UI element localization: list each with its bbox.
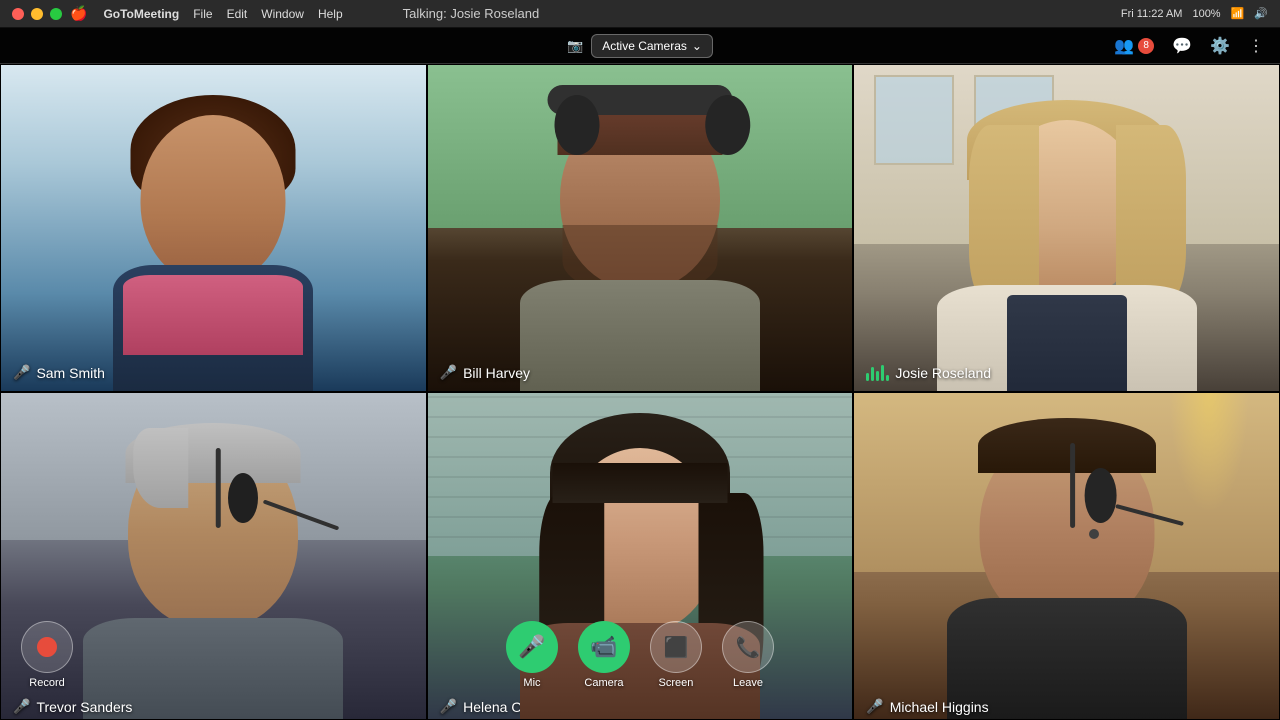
bill-name: Bill Harvey [463,365,530,381]
bill-name-label: 🎤 Bill Harvey [440,364,530,381]
meeting-controls: 🎤 Mic 📹 Camera ⬛ Screen 📞 [506,621,774,689]
more-button[interactable]: ⋮ [1248,36,1264,56]
participants-button[interactable]: 👥 8 [1114,36,1154,56]
app-name[interactable]: GoToMeeting [103,7,179,21]
camera-label: Camera [584,677,623,689]
wifi-icon: 📶 [1231,7,1245,20]
video-cell-sam: 🎤 Sam Smith [0,64,427,392]
sam-mic-icon: 🎤 [13,364,30,381]
michael-name-label: 🎤 Michael Higgins [866,698,988,715]
michael-person-art [854,393,1279,719]
active-cameras-button[interactable]: Active Cameras ⌄ [591,34,713,58]
trevor-name: Trevor Sanders [36,699,132,715]
menu-bar: GoToMeeting File Edit Window Help [103,7,342,21]
menu-window[interactable]: Window [261,7,304,21]
video-cell-trevor: Record 🎤 Trevor Sanders [0,392,427,720]
mic-button[interactable]: 🎤 Mic [506,621,558,689]
screen-label: Screen [659,677,694,689]
josie-speaking-icon [866,365,889,381]
mic-label: Mic [523,677,540,689]
record-button[interactable]: Record [21,621,73,689]
mic-icon: 🎤 [518,634,545,660]
meeting-toolbar: 📷 Active Cameras ⌄ 👥 8 💬 ⚙️ ⋮ [0,28,1280,64]
camera-circle: 📹 [578,621,630,673]
michael-mic-icon: 🎤 [866,698,883,715]
josie-name-label: Josie Roseland [866,365,991,381]
leave-button[interactable]: 📞 Leave [722,621,774,689]
maximize-button[interactable] [50,8,62,20]
camera-icon: 📹 [590,634,617,660]
chevron-icon: ⌄ [692,39,702,53]
camera-button[interactable]: 📹 Camera [578,621,630,689]
camera-view-icon: 📷 [567,38,583,54]
leave-circle: 📞 [722,621,774,673]
time-display: Fri 11:22 AM [1121,8,1183,20]
bill-mic-icon: 🎤 [440,364,457,381]
record-circle [21,621,73,673]
leave-icon: 📞 [736,635,761,660]
window-controls [12,8,62,20]
josie-name: Josie Roseland [895,365,991,381]
record-dot-icon [37,637,57,657]
minimize-button[interactable] [31,8,43,20]
michael-name: Michael Higgins [890,699,989,715]
menu-edit[interactable]: Edit [227,7,248,21]
titlebar-left: 🍎 GoToMeeting File Edit Window Help [12,5,343,22]
helena-mic-icon: 🎤 [440,698,457,715]
record-label: Record [29,677,64,689]
trevor-name-label: 🎤 Trevor Sanders [13,698,132,715]
bill-person-art [428,65,853,391]
titlebar-right: Fri 11:22 AM 100% 📶 🔊 [1121,7,1268,20]
video-cell-bill: 🎤 Bill Harvey [427,64,854,392]
sam-name-label: 🎤 Sam Smith [13,364,105,381]
video-cell-josie: Josie Roseland [853,64,1280,392]
close-button[interactable] [12,8,24,20]
trevor-mic-icon: 🎤 [13,698,30,715]
settings-button[interactable]: ⚙️ [1210,36,1230,56]
talking-status: Talking: Josie Roseland [403,6,540,21]
apple-logo-icon: 🍎 [70,5,87,22]
menu-help[interactable]: Help [318,7,343,21]
sam-person-art [1,65,426,391]
titlebar: 🍎 GoToMeeting File Edit Window Help Talk… [0,0,1280,28]
leave-label: Leave [733,677,763,689]
video-cell-helena: 🎤 Mic 📹 Camera ⬛ Screen 📞 [427,392,854,720]
screen-button[interactable]: ⬛ Screen [650,621,702,689]
active-cameras-label: Active Cameras [602,39,687,53]
video-cell-michael: 🎤 Michael Higgins [853,392,1280,720]
volume-icon: 🔊 [1254,7,1268,20]
video-grid: 🎤 Sam Smith 🎤 Bill Harvey [0,64,1280,720]
status-icons: Fri 11:22 AM 100% 📶 🔊 [1121,7,1268,20]
menu-file[interactable]: File [193,7,212,21]
participants-icon: 👥 [1114,36,1134,56]
mic-circle: 🎤 [506,621,558,673]
screen-icon: ⬛ [664,635,689,660]
view-selector[interactable]: 📷 Active Cameras ⌄ [428,34,852,58]
participants-count: 8 [1138,38,1154,54]
josie-person-art [854,65,1279,391]
chat-button[interactable]: 💬 [1172,36,1192,56]
battery-display: 100% [1192,8,1220,20]
screen-circle: ⬛ [650,621,702,673]
sam-name: Sam Smith [36,365,104,381]
toolbar-actions: 👥 8 💬 ⚙️ ⋮ [852,36,1264,56]
